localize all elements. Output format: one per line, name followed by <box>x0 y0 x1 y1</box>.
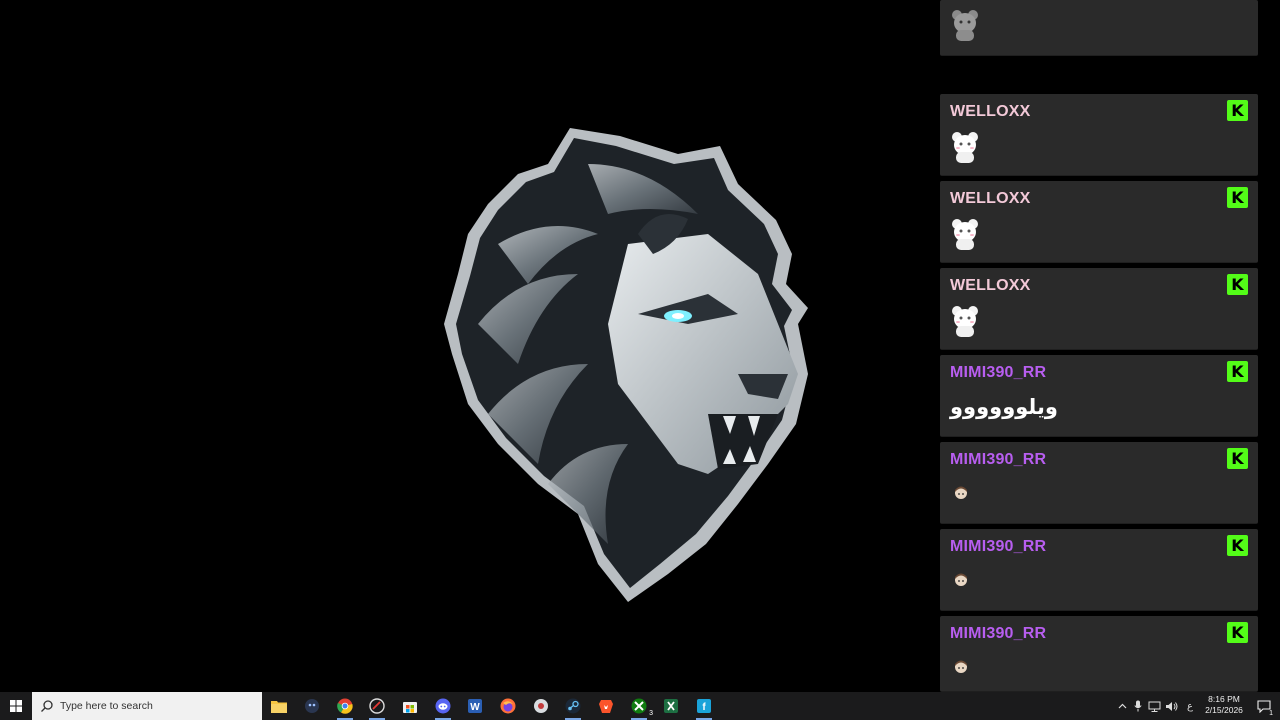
word-icon[interactable]: W <box>464 695 486 717</box>
kick-badge-icon: K <box>1227 535 1248 556</box>
notification-count: 1 <box>1269 710 1273 717</box>
chat-message: WELLOXX K <box>940 181 1258 263</box>
excel-icon[interactable] <box>660 695 682 717</box>
kick-badge-icon: K <box>1227 622 1248 643</box>
taskbar-clock[interactable]: 8:16 PM 2/15/2026 <box>1196 694 1252 716</box>
store-icon[interactable] <box>399 695 421 717</box>
chat-message: MIMI390_RR K <box>940 529 1258 611</box>
show-hidden-icons-chevron-icon[interactable] <box>1114 692 1130 720</box>
chat-username[interactable]: WELLOXX <box>950 277 1031 295</box>
firefox-icon[interactable] <box>497 695 519 717</box>
lion-logo-wallpaper <box>444 128 808 602</box>
kick-badge-icon: K <box>1227 448 1248 469</box>
clock-date: 2/15/2026 <box>1205 705 1243 715</box>
xbox-icon[interactable]: 3 <box>628 695 653 720</box>
chat-username[interactable]: WELLOXX <box>950 190 1031 208</box>
volume-icon[interactable] <box>1162 692 1180 720</box>
chat-username[interactable]: MIMI390_RR <box>950 364 1046 382</box>
network-icon[interactable] <box>1146 692 1162 720</box>
app-icon[interactable]: f <box>693 695 715 720</box>
kick-badge-icon: K <box>1227 100 1248 121</box>
xbox-badge: 3 <box>649 710 653 717</box>
chat-message: WELLOXX K <box>940 94 1258 176</box>
search-placeholder: Type here to search <box>60 700 153 712</box>
kick-badge-icon: K <box>1227 361 1248 382</box>
bear-emote-icon <box>952 10 978 41</box>
steam-icon[interactable] <box>562 695 584 720</box>
discord-icon[interactable] <box>432 695 454 720</box>
white-bear-emote-icon <box>952 306 978 337</box>
chat-username[interactable]: WELLOXX <box>950 103 1031 121</box>
chat-message: MIMI390_RR K <box>940 616 1258 692</box>
white-bear-emote-icon <box>952 219 978 250</box>
svg-text:W: W <box>470 702 480 713</box>
app-icon[interactable] <box>530 695 552 717</box>
notification-center-icon[interactable]: 1 <box>1252 692 1276 720</box>
white-bear-emote-icon <box>952 132 978 163</box>
taskbar: Type here to search W 3 f ع 8:16 PM 2/15… <box>0 692 1280 720</box>
chat-message: MIMI390_RR K ويلوووووو <box>940 355 1258 437</box>
kick-badge-icon: K <box>1227 274 1248 295</box>
chat-overlay: WELLOXX K WELLOXX K WELLOXX K MIMI390_RR… <box>940 0 1258 692</box>
brave-icon[interactable] <box>595 695 617 717</box>
search-icon <box>41 700 53 712</box>
clock-time: 8:16 PM <box>1208 694 1240 704</box>
app-icon[interactable] <box>366 695 388 720</box>
windows-logo-icon <box>10 700 22 712</box>
chat-message-partial <box>940 0 1258 56</box>
kick-badge-icon: K <box>1227 187 1248 208</box>
chat-message: WELLOXX K <box>940 268 1258 350</box>
small-face-emote-icon <box>955 573 967 586</box>
start-button[interactable] <box>0 692 32 720</box>
chrome-icon[interactable] <box>334 695 356 720</box>
chat-message: MIMI390_RR K <box>940 442 1258 524</box>
app-icon[interactable] <box>301 695 323 717</box>
file-explorer-icon[interactable] <box>268 695 290 717</box>
microphone-icon[interactable] <box>1130 692 1146 720</box>
chat-message-text: ويلوووووو <box>950 395 1058 419</box>
chat-username[interactable]: MIMI390_RR <box>950 625 1046 643</box>
taskbar-search-box[interactable]: Type here to search <box>32 692 262 720</box>
chat-username[interactable]: MIMI390_RR <box>950 538 1046 556</box>
small-face-emote-icon <box>955 486 967 499</box>
chat-username[interactable]: MIMI390_RR <box>950 451 1046 469</box>
small-face-emote-icon <box>955 660 967 673</box>
